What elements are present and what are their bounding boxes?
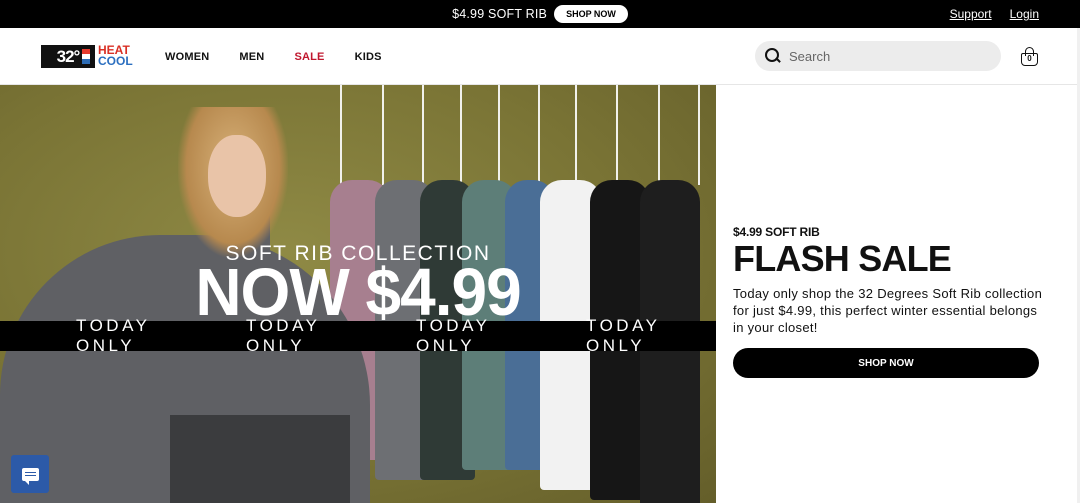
live-chat-button[interactable] xyxy=(11,455,49,493)
hanger-hook xyxy=(698,85,700,185)
promo-description: Today only shop the 32 Degrees Soft Rib … xyxy=(733,286,1043,335)
announcement-bar: $4.99 SOFT RIB SHOP NOW Support Login xyxy=(0,0,1080,28)
support-link[interactable]: Support xyxy=(950,7,992,21)
hanger-hook xyxy=(460,85,462,185)
utility-links: Support Login xyxy=(950,0,1039,28)
hanger-hook xyxy=(538,85,540,185)
hero-banner[interactable]: SOFT RIB COLLECTION NOW $4.99 TODAY ONLY… xyxy=(0,85,716,503)
ticker-item: TODAY ONLY xyxy=(76,316,151,355)
cart-count: 0 xyxy=(1027,54,1032,63)
nav-item-kids[interactable]: KIDS xyxy=(355,51,382,63)
hanger-hook xyxy=(575,85,577,185)
model-pants xyxy=(170,415,350,503)
shopping-bag-icon: 0 xyxy=(1021,53,1038,66)
chat-icon xyxy=(21,467,39,485)
cart-button[interactable]: 0 xyxy=(1021,47,1038,66)
nav-item-sale[interactable]: SALE xyxy=(294,51,324,63)
hanger-hook xyxy=(422,85,424,185)
ticker-item: TODAY ONLY xyxy=(586,316,661,355)
announcement-shop-now-button[interactable]: SHOP NOW xyxy=(554,5,628,23)
announcement-promo: $4.99 SOFT RIB SHOP NOW xyxy=(0,0,1080,28)
hanger-hook xyxy=(382,85,384,185)
logo-wordmark: HEAT COOL xyxy=(98,44,133,68)
hanger-hook xyxy=(340,85,342,185)
search-input[interactable] xyxy=(789,48,989,64)
main-nav: WOMEN MEN SALE KIDS xyxy=(165,28,382,85)
hanger-hook xyxy=(658,85,660,185)
announcement-text: $4.99 SOFT RIB xyxy=(452,7,548,21)
today-only-ticker: TODAY ONLY TODAY ONLY TODAY ONLY TODAY O… xyxy=(0,316,716,355)
logo-mark: 32° xyxy=(41,44,95,68)
promo-panel: $4.99 SOFT RIB FLASH SALE Today only sho… xyxy=(733,225,1043,378)
promo-kicker: $4.99 SOFT RIB xyxy=(733,225,820,239)
brand-logo[interactable]: 32° HEAT COOL xyxy=(41,44,133,68)
search-icon[interactable] xyxy=(765,48,781,64)
nav-item-women[interactable]: WOMEN xyxy=(165,51,209,63)
logo-cool-text: COOL xyxy=(98,54,133,68)
shop-now-button[interactable]: SHOP NOW xyxy=(733,348,1039,378)
hanger-hook xyxy=(498,85,500,185)
promo-title: FLASH SALE xyxy=(733,238,952,279)
login-link[interactable]: Login xyxy=(1010,7,1039,21)
ticker-item: TODAY ONLY xyxy=(416,316,491,355)
model-face xyxy=(208,135,266,217)
ticker-item: TODAY ONLY xyxy=(246,316,321,355)
site-header: 32° HEAT COOL WOMEN MEN SALE KIDS 0 xyxy=(0,28,1080,85)
hanger-hook xyxy=(616,85,618,185)
search-bar[interactable] xyxy=(755,41,1001,71)
nav-item-men[interactable]: MEN xyxy=(239,51,264,63)
